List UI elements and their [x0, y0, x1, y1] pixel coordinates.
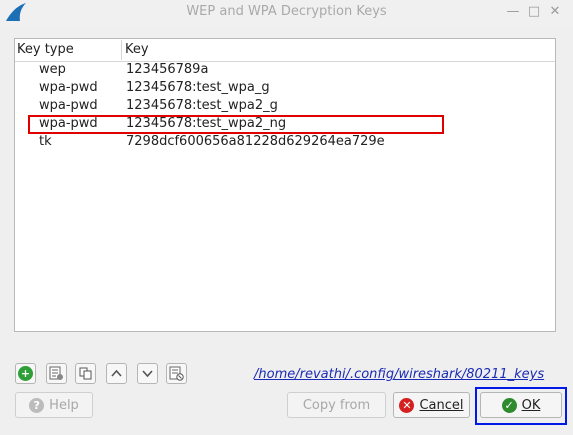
keys-file-path-link[interactable]: /home/revathi/.config/wireshark/80211_ke…	[254, 367, 544, 382]
key-cell: 12345678:test_wpa2_g	[126, 98, 278, 113]
key-type-cell: tk	[39, 134, 52, 149]
add-icon: +	[18, 366, 33, 381]
table-header: Key type Key	[15, 39, 555, 62]
close-icon[interactable]: ✕	[546, 3, 564, 21]
column-header-key[interactable]: Key	[125, 42, 149, 57]
ok-label: OK	[521, 397, 541, 413]
window-title: WEP and WPA Decryption Keys	[186, 4, 387, 19]
copy-button[interactable]	[75, 363, 96, 384]
cancel-button[interactable]: ✕ Cancel	[393, 392, 470, 418]
move-down-icon	[142, 370, 153, 378]
ok-button[interactable]: ✓ OK	[480, 392, 562, 418]
key-type-cell: wpa-pwd	[39, 80, 98, 95]
check-icon: ✓	[501, 397, 517, 413]
cancel-label: Cancel	[419, 397, 464, 413]
key-cell: 12345678:test_wpa_g	[126, 80, 270, 95]
copy-from-label: Copy from	[302, 397, 371, 413]
minimize-icon[interactable]: —	[504, 3, 522, 21]
highlight-box	[28, 115, 444, 134]
add-button[interactable]: +	[15, 363, 36, 384]
copy-from-button[interactable]: Copy from	[287, 392, 386, 418]
move-up-icon	[111, 369, 122, 377]
move-up-button[interactable]	[106, 363, 127, 384]
keys-table[interactable]: Key type Key wep 123456789a wpa-pwd 1234…	[14, 38, 556, 332]
table-row[interactable]: wpa-pwd 12345678:test_wpa2_g	[15, 97, 555, 115]
column-header-key-type[interactable]: Key type	[17, 42, 74, 57]
maximize-icon[interactable]: □	[525, 3, 543, 21]
table-row[interactable]: tk 7298dcf600656a81228d629264ea729e	[15, 133, 555, 151]
copy-icon	[79, 367, 92, 380]
table-row[interactable]: wep 123456789a	[15, 61, 555, 79]
clear-icon	[169, 366, 184, 381]
copy-entry-button[interactable]	[46, 363, 67, 384]
table-row[interactable]: wpa-pwd 12345678:test_wpa_g	[15, 79, 555, 97]
copy-entry-icon	[49, 366, 63, 380]
move-down-button[interactable]	[137, 363, 158, 384]
key-type-cell: wpa-pwd	[39, 98, 98, 113]
title-bar: WEP and WPA Decryption Keys — □ ✕	[0, 0, 573, 26]
key-cell: 7298dcf600656a81228d629264ea729e	[126, 134, 385, 149]
key-cell: 123456789a	[126, 62, 209, 77]
help-icon: ?	[29, 397, 45, 413]
cancel-icon: ✕	[399, 397, 415, 413]
clear-button[interactable]	[166, 363, 187, 384]
key-type-cell: wep	[39, 62, 66, 77]
column-divider	[121, 40, 122, 60]
help-button[interactable]: ? Help	[15, 392, 93, 418]
help-label: Help	[49, 397, 79, 413]
